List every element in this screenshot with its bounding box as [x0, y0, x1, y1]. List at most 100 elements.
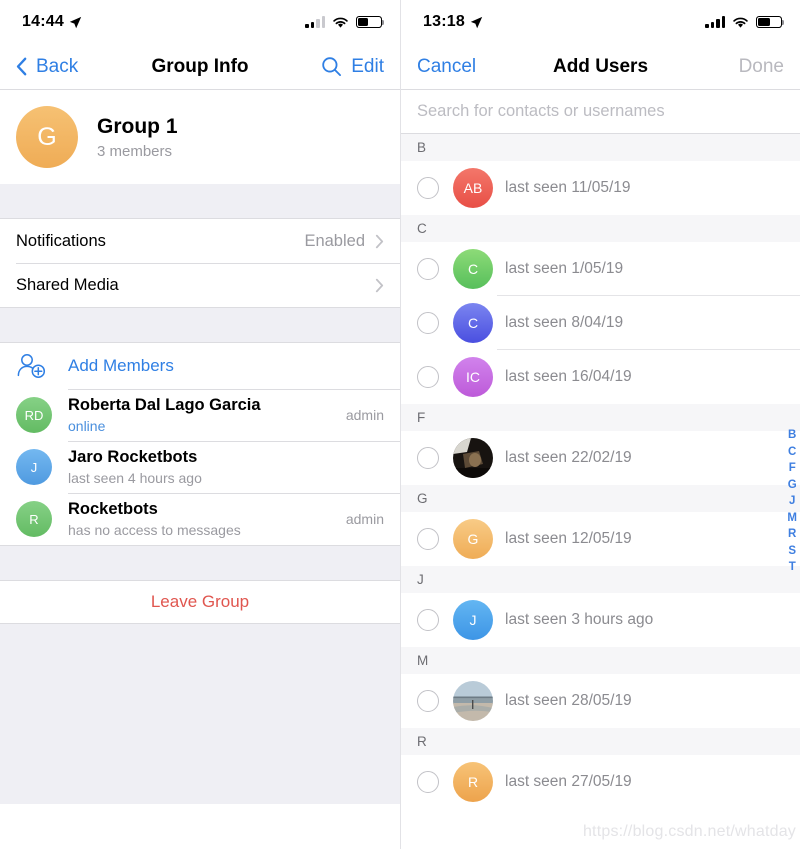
add-members-button[interactable]: Add Members [0, 343, 400, 389]
status-bar-left-group: 13:18 [423, 13, 483, 31]
avatar-initials: J [30, 459, 38, 475]
add-person-icon [16, 353, 50, 379]
nav-back-button[interactable]: Back [16, 56, 78, 78]
avatar-initials: R [467, 774, 479, 790]
status-time: 13:18 [423, 13, 465, 30]
status-bar-left-group: 14:44 [22, 13, 82, 31]
contact-status: last seen 8/04/19 [505, 314, 624, 331]
alphabet-index[interactable]: B C F G J M R S T [787, 429, 797, 574]
contact-row[interactable]: J last seen 3 hours ago [401, 593, 800, 647]
contact-row[interactable]: C last seen 8/04/19 [401, 296, 800, 350]
cancel-button[interactable]: Cancel [417, 56, 476, 78]
member-row[interactable]: R Rocketbots has no access to messages a… [0, 493, 400, 545]
avatar: G [453, 519, 493, 559]
alpha-index-item[interactable]: G [788, 479, 797, 492]
contact-checkbox[interactable] [417, 690, 439, 712]
contact-status: last seen 28/05/19 [505, 692, 632, 709]
section-header-b: B [401, 134, 800, 161]
row-notifications[interactable]: Notifications Enabled [0, 219, 400, 263]
edit-button[interactable]: Edit [351, 56, 384, 78]
avatar-initials: R [29, 511, 39, 527]
row-notifications-value: Enabled [304, 231, 365, 250]
contact-row[interactable]: G last seen 12/05/19 [401, 512, 800, 566]
group-meta: Group 1 3 members [97, 114, 178, 160]
member-name: Rocketbots [68, 500, 158, 519]
contact-row[interactable]: AB last seen 11/05/19 [401, 161, 800, 215]
leave-group-label: Leave Group [150, 592, 250, 611]
row-shared-media-label: Shared Media [16, 275, 119, 294]
member-name: Roberta Dal Lago Garcia [68, 396, 261, 415]
done-button[interactable]: Done [739, 56, 784, 78]
avatar: J [453, 600, 493, 640]
navigation-bar-add-users: Cancel Add Users Done [401, 44, 800, 90]
contact-checkbox[interactable] [417, 177, 439, 199]
avatar-initials: C [467, 315, 479, 331]
search-bar[interactable] [401, 90, 800, 134]
alpha-index-item[interactable]: B [788, 429, 796, 442]
status-time: 14:44 [22, 13, 64, 30]
wifi-icon [733, 17, 748, 28]
nav-left-group: Cancel [417, 56, 476, 78]
nav-right-group: Done [739, 56, 784, 78]
member-admin-badge: admin [345, 511, 384, 527]
alpha-index-item[interactable]: T [789, 561, 796, 574]
contact-status: last seen 22/02/19 [505, 449, 632, 466]
contact-checkbox[interactable] [417, 528, 439, 550]
alpha-index-item[interactable]: C [788, 446, 796, 459]
avatar: J [16, 449, 52, 485]
contact-checkbox[interactable] [417, 609, 439, 631]
dual-screenshot-container: 14:44 Back Group Info Edit G Group 1 3 m… [0, 0, 800, 849]
contact-checkbox[interactable] [417, 366, 439, 388]
members-section: Add Members RD Roberta Dal Lago Garcia o… [0, 342, 400, 546]
contact-row[interactable]: IC last seen 16/04/19 [401, 350, 800, 404]
avatar-photo [453, 681, 493, 721]
alpha-index-item[interactable]: R [788, 528, 796, 541]
avatar-initials: RD [24, 407, 44, 423]
alpha-index-item[interactable]: S [788, 545, 796, 558]
section-header-j: J [401, 566, 800, 593]
location-arrow-icon [470, 16, 483, 28]
alpha-index-item[interactable]: F [789, 462, 796, 475]
group-header[interactable]: G Group 1 3 members [0, 90, 400, 184]
navigation-bar-group-info: Back Group Info Edit [0, 44, 400, 90]
search-icon[interactable] [321, 56, 342, 77]
contact-checkbox[interactable] [417, 447, 439, 469]
member-status: last seen 4 hours ago [68, 469, 202, 486]
leave-group-button[interactable]: Leave Group [0, 580, 400, 624]
contact-row[interactable]: C last seen 1/05/19 [401, 242, 800, 296]
contact-row[interactable]: last seen 28/05/19 [401, 674, 800, 728]
add-members-label: Add Members [68, 356, 174, 375]
contact-row[interactable]: last seen 22/02/19 [401, 431, 800, 485]
search-input[interactable] [417, 102, 784, 121]
contact-checkbox[interactable] [417, 771, 439, 793]
section-header-r: R [401, 728, 800, 755]
contact-status: last seen 1/05/19 [505, 260, 624, 277]
add-users-screen: 13:18 Cancel Add Users Done Search for c… [400, 0, 800, 849]
cellular-signal-icon [705, 16, 725, 28]
contact-checkbox[interactable] [417, 258, 439, 280]
back-label: Back [36, 55, 79, 77]
avatar: R [453, 762, 493, 802]
member-row[interactable]: J Jaro Rocketbots last seen 4 hours ago [0, 441, 400, 493]
member-row[interactable]: RD Roberta Dal Lago Garcia online admin [0, 389, 400, 441]
chevron-right-icon [375, 278, 384, 292]
group-info-screen: 14:44 Back Group Info Edit G Group 1 3 m… [0, 0, 400, 849]
alpha-index-item[interactable]: J [789, 495, 795, 508]
cellular-signal-icon [305, 16, 325, 28]
contact-status: last seen 3 hours ago [505, 611, 654, 628]
contact-row[interactable]: R last seen 27/05/19 [401, 755, 800, 809]
avatar: IC [453, 357, 493, 397]
location-arrow-icon [69, 16, 82, 28]
avatar: R [16, 501, 52, 537]
member-name: Jaro Rocketbots [68, 448, 198, 467]
contact-checkbox[interactable] [417, 312, 439, 334]
status-bar-right-group [705, 15, 785, 29]
battery-icon [356, 15, 385, 29]
alpha-index-item[interactable]: M [787, 512, 797, 525]
avatar: AB [453, 168, 493, 208]
status-bar-right-group [305, 15, 385, 29]
chevron-right-icon [375, 234, 384, 248]
member-status: has no access to messages [68, 521, 241, 538]
row-shared-media[interactable]: Shared Media [0, 263, 400, 307]
avatar-initials: J [469, 612, 477, 628]
